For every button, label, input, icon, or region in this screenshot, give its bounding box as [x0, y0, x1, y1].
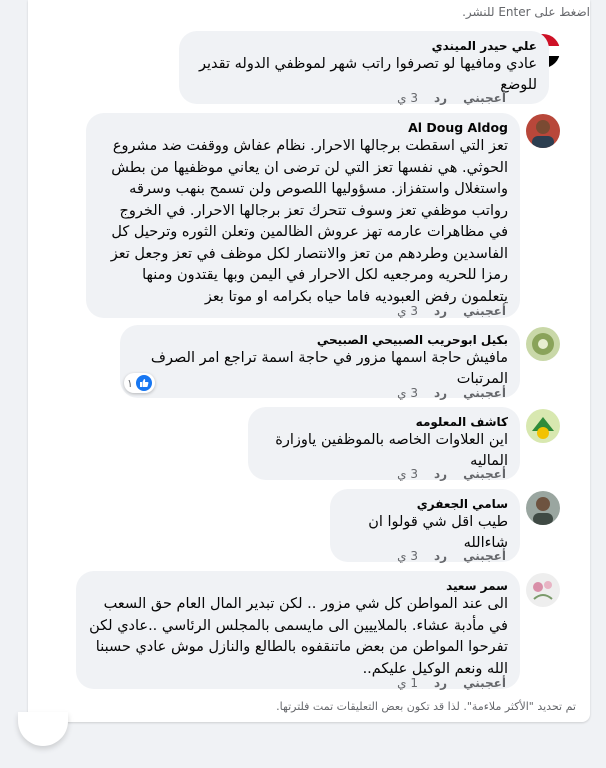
comment-6: سمر سعيد الى عند المواطن كل شي مزور .. ل…	[76, 571, 520, 689]
comment-3-actions: أعجبني رد 3 ي	[397, 386, 506, 400]
comment-bubble: سمر سعيد الى عند المواطن كل شي مزور .. ل…	[76, 571, 520, 689]
comment-author[interactable]: سمر سعيد	[88, 578, 508, 594]
reply-button[interactable]: رد	[434, 91, 447, 105]
timestamp[interactable]: 3 ي	[397, 91, 418, 105]
like-button[interactable]: أعجبني	[463, 91, 506, 105]
comment-author[interactable]: بكيل ابوحريب الصبيحي الصبيحي	[132, 332, 508, 348]
floating-action-button[interactable]	[18, 712, 68, 746]
enter-hint: اضغط على Enter للنشر.	[462, 5, 590, 19]
avatar-bakeel[interactable]	[526, 327, 560, 361]
reply-button[interactable]: رد	[434, 549, 447, 563]
reply-button[interactable]: رد	[434, 676, 447, 690]
reaction-count: ١	[127, 376, 133, 390]
like-button[interactable]: أعجبني	[463, 467, 506, 481]
comment-1-actions: أعجبني رد 3 ي	[397, 91, 506, 105]
comment-text: اين العلاوات الخاصه بالموظفين ياوزارة ال…	[275, 432, 508, 469]
filter-note: تم تحديد "الأكثر ملاءمة". لذا قد تكون بع…	[276, 700, 576, 713]
like-button[interactable]: أعجبني	[463, 304, 506, 318]
comment-text: عادي ومافيها لو تصرفوا راتب شهر لموظفي ا…	[199, 56, 537, 93]
comment-text: تعز التي اسقطت برجالها الاحرار. نظام عفا…	[110, 138, 508, 305]
comment-author[interactable]: Al Doug Aldog	[98, 120, 508, 136]
reply-button[interactable]: رد	[434, 467, 447, 481]
timestamp[interactable]: 3 ي	[397, 549, 418, 563]
reaction-summary[interactable]: ١	[124, 373, 155, 393]
avatar-samar[interactable]	[526, 573, 560, 607]
comment-4-actions: أعجبني رد 3 ي	[397, 467, 506, 481]
reply-button[interactable]: رد	[434, 386, 447, 400]
timestamp[interactable]: 1 ي	[397, 676, 418, 690]
comment-author[interactable]: سامي الجعفري	[342, 496, 508, 512]
comment-5-actions: أعجبني رد 3 ي	[397, 549, 506, 563]
like-button[interactable]: أعجبني	[463, 386, 506, 400]
avatar-al-doug[interactable]	[526, 114, 560, 148]
comment-text: الى عند المواطن كل شي مزور .. لكن تبدير …	[89, 596, 508, 677]
timestamp[interactable]: 3 ي	[397, 386, 418, 400]
comment-author[interactable]: كاشف المعلومه	[260, 414, 508, 430]
like-button[interactable]: أعجبني	[463, 676, 506, 690]
avatar-kashef[interactable]	[526, 409, 560, 443]
comment-bubble: Al Doug Aldog تعز التي اسقطت برجالها الا…	[86, 113, 520, 318]
like-button[interactable]: أعجبني	[463, 549, 506, 563]
comment-2: Al Doug Aldog تعز التي اسقطت برجالها الا…	[86, 113, 520, 318]
comment-text: مافيش حاجة اسمها مزور في حاجة اسمة تراجع…	[150, 350, 508, 387]
avatar-sami[interactable]	[526, 491, 560, 525]
comment-text: طيب اقل شي قولوا ان شاءالله	[368, 514, 508, 551]
reply-button[interactable]: رد	[434, 304, 447, 318]
comment-6-actions: أعجبني رد 1 ي	[397, 676, 506, 690]
comment-2-actions: أعجبني رد 3 ي	[397, 304, 506, 318]
timestamp[interactable]: 3 ي	[397, 304, 418, 318]
comment-author[interactable]: علي حيدر الميندي	[191, 38, 537, 54]
thumbs-up-icon	[135, 375, 152, 391]
timestamp[interactable]: 3 ي	[397, 467, 418, 481]
